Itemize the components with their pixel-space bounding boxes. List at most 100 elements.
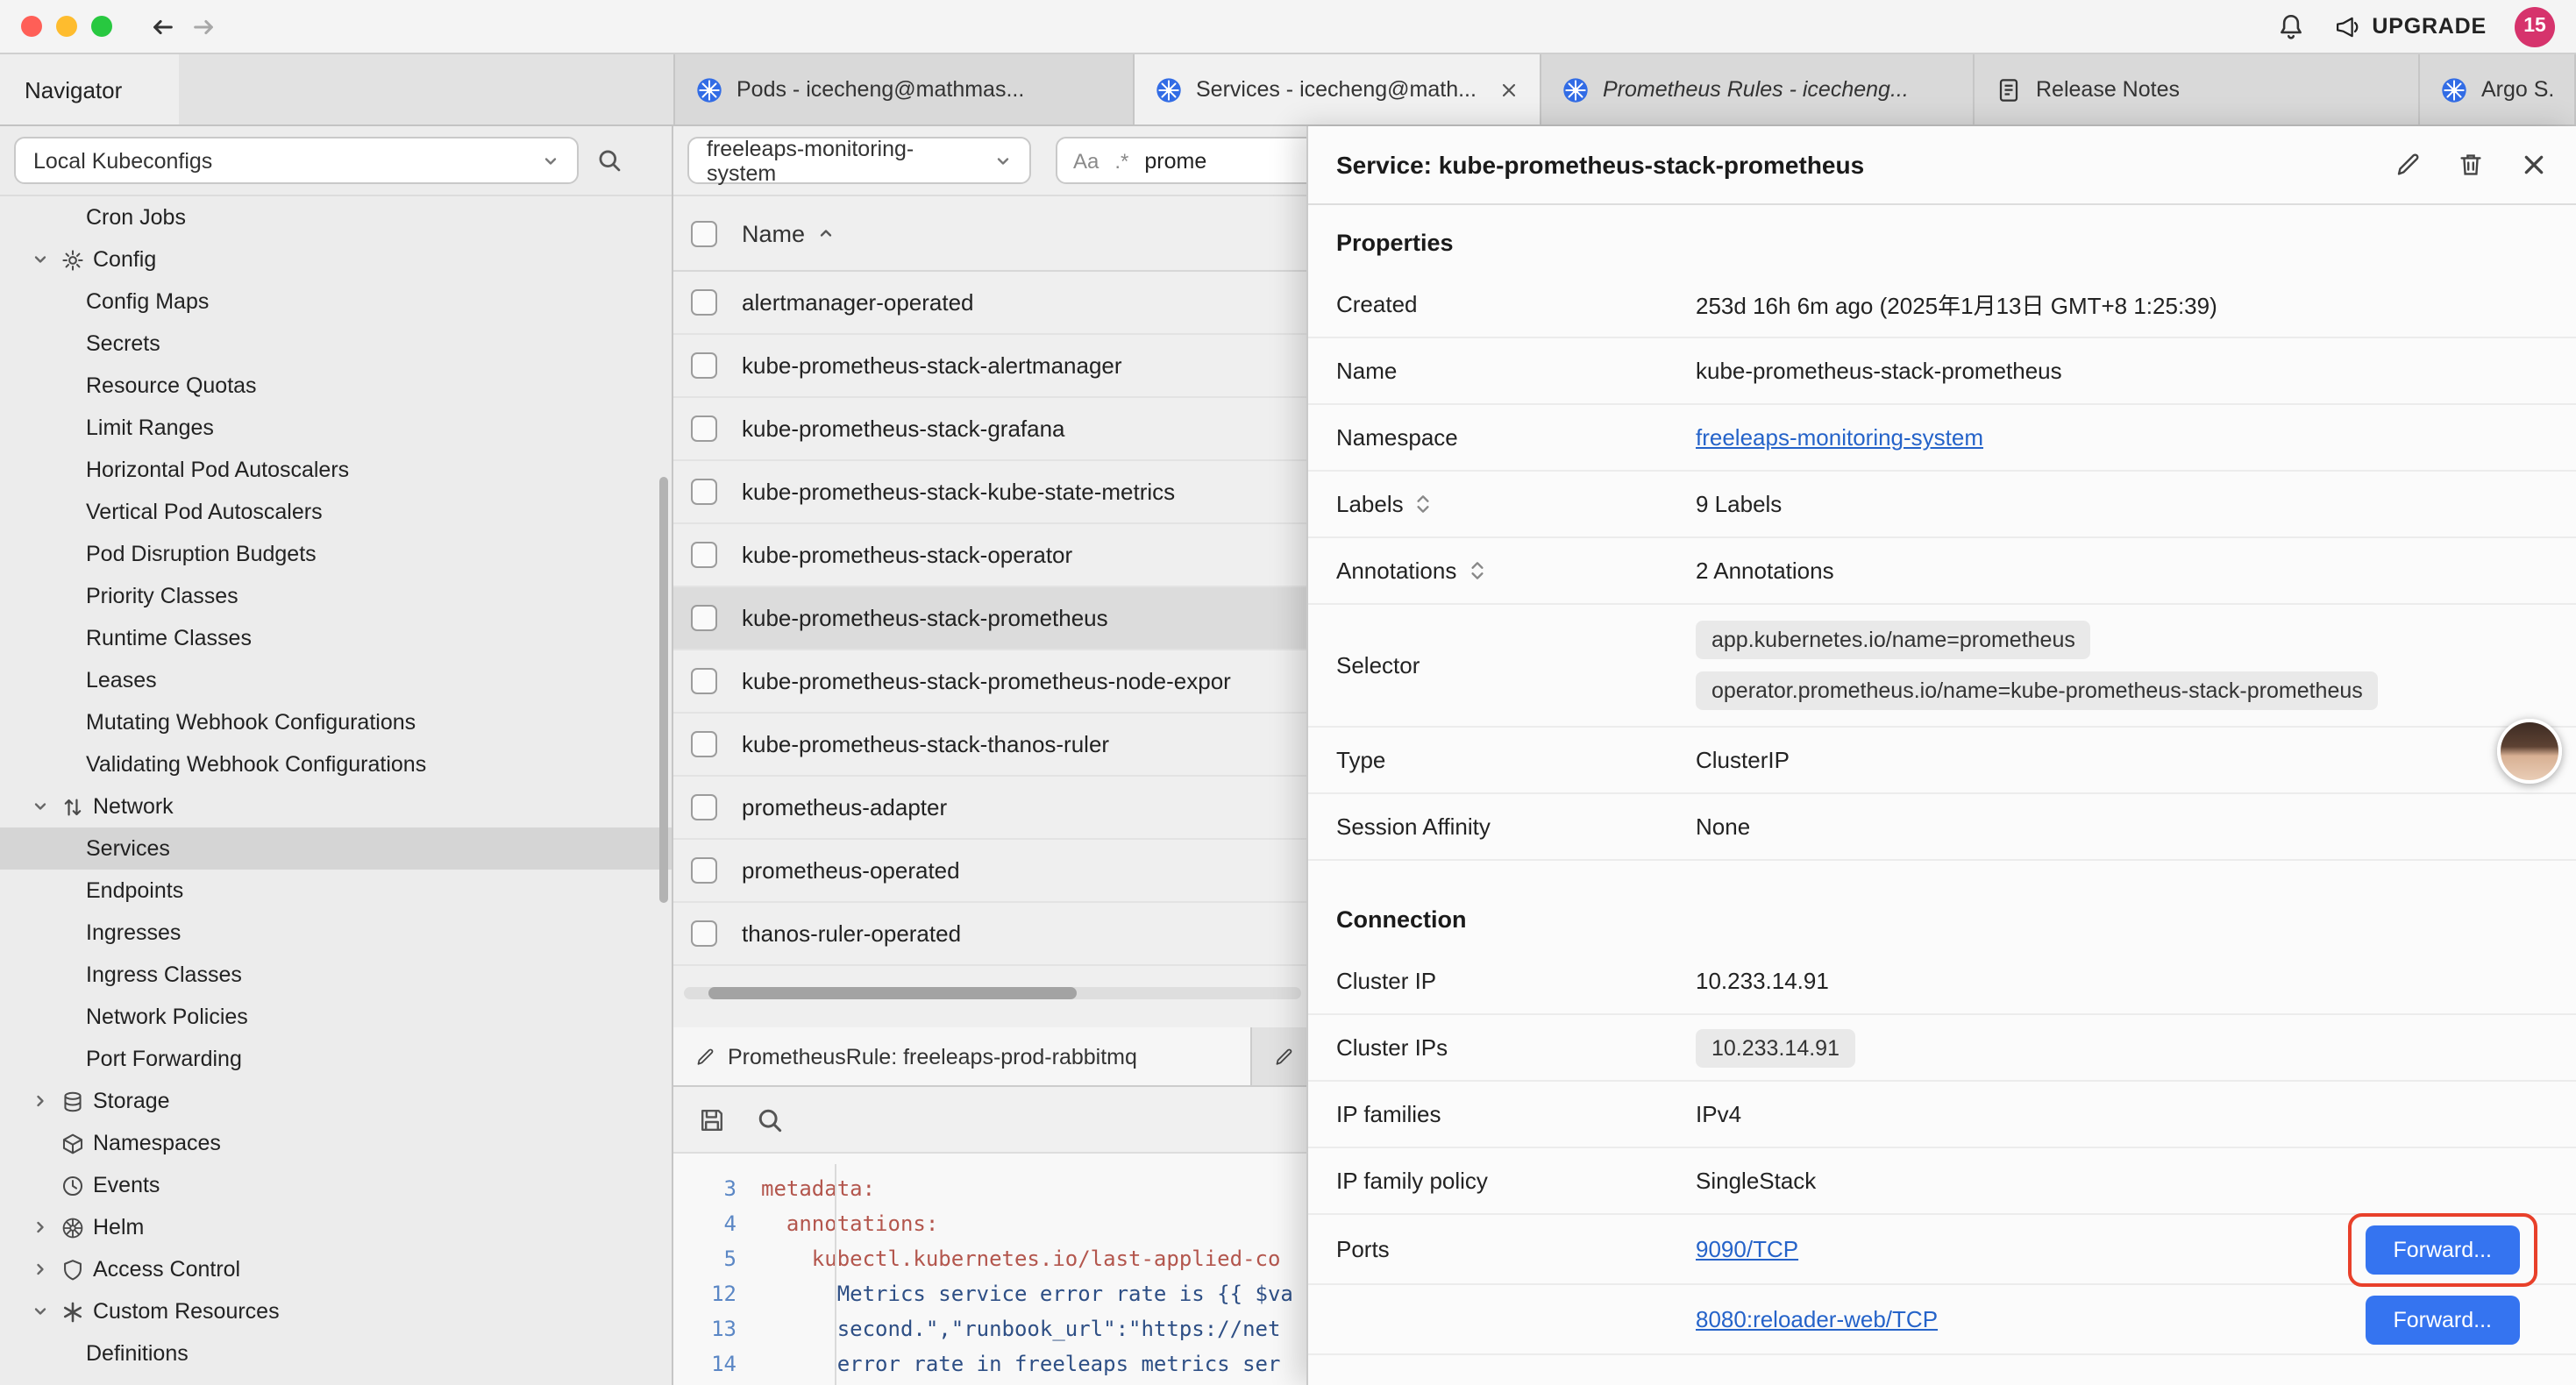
row-checkbox[interactable]: [691, 605, 717, 631]
namespace-link[interactable]: freeleaps-monitoring-system: [1696, 424, 1983, 451]
row-checkbox[interactable]: [691, 352, 717, 379]
close-panel-button[interactable]: [2520, 151, 2548, 179]
sidebar-item[interactable]: Vertical Pod Autoscalers: [0, 491, 672, 533]
sidebar-item[interactable]: Cron Jobs: [0, 196, 672, 238]
edit-icon: [694, 1046, 715, 1067]
sidebar-item[interactable]: Limit Ranges: [0, 407, 672, 449]
property-label: Labels: [1336, 491, 1404, 517]
sidebar-item[interactable]: Mutating Webhook Configurations: [0, 701, 672, 743]
cluster-ip-chip[interactable]: 10.233.14.91: [1696, 1028, 1855, 1067]
save-icon[interactable]: [698, 1105, 726, 1133]
property-value: 2 Annotations: [1696, 558, 2548, 584]
sidebar-item[interactable]: Endpoints: [0, 870, 672, 912]
horizontal-scrollbar[interactable]: [684, 987, 1301, 999]
row-checkbox[interactable]: [691, 920, 717, 947]
sidebar-item[interactable]: Network: [0, 785, 672, 827]
scrollbar-thumb[interactable]: [708, 987, 1077, 999]
match-case-toggle[interactable]: Aa: [1073, 148, 1099, 173]
chevron-icon[interactable]: [25, 1122, 56, 1164]
select-all-checkbox[interactable]: [691, 220, 717, 246]
close-window-button[interactable]: [21, 16, 42, 37]
expand-icon[interactable]: [1416, 493, 1432, 515]
sidebar-item[interactable]: Priority Classes: [0, 575, 672, 617]
row-checkbox[interactable]: [691, 542, 717, 568]
tab-title: Pods - icecheng@mathmas...: [737, 77, 1024, 102]
editor-tab-prometheusrule[interactable]: PrometheusRule: freeleaps-prod-rabbitmq: [673, 1027, 1252, 1085]
sidebar-item[interactable]: Config Maps: [0, 281, 672, 323]
sidebar-item[interactable]: Leases: [0, 659, 672, 701]
sidebar-item[interactable]: Custom Resources: [0, 1290, 672, 1332]
kubeconfig-select[interactable]: Local Kubeconfigs: [14, 137, 579, 184]
line-number: 13: [673, 1317, 737, 1341]
notifications-bell-icon[interactable]: [2275, 11, 2305, 41]
sidebar-item[interactable]: Config: [0, 238, 672, 281]
row-checkbox[interactable]: [691, 668, 717, 694]
expand-icon[interactable]: [1469, 559, 1484, 582]
sidebar-item[interactable]: Storage: [0, 1080, 672, 1122]
tab-prometheus-rules[interactable]: Prometheus Rules - icecheng...: [1541, 54, 1975, 124]
navigator-tab[interactable]: Navigator: [0, 54, 179, 124]
sidebar-item[interactable]: Resource Quotas: [0, 365, 672, 407]
chevron-right-icon[interactable]: [25, 1206, 56, 1248]
sidebar-item[interactable]: Events: [0, 1164, 672, 1206]
sidebar-item[interactable]: Network Policies: [0, 996, 672, 1038]
zoom-window-button[interactable]: [91, 16, 112, 37]
sidebar-item[interactable]: Validating Webhook Configurations: [0, 743, 672, 785]
port-link[interactable]: 8080:reloader-web/TCP: [1696, 1306, 1938, 1332]
selector-chip[interactable]: app.kubernetes.io/name=prometheus: [1696, 621, 2091, 659]
chevron-right-icon[interactable]: [25, 1248, 56, 1290]
chevron-icon[interactable]: [25, 1164, 56, 1206]
row-checkbox[interactable]: [691, 289, 717, 316]
sidebar-item[interactable]: Access Control: [0, 1248, 672, 1290]
chevron-down-icon[interactable]: [25, 238, 56, 281]
user-avatar[interactable]: [2497, 719, 2562, 784]
sort-ascending-icon[interactable]: [817, 224, 835, 242]
search-query-text: prome: [1144, 148, 1206, 173]
notification-count-badge[interactable]: 15: [2515, 6, 2555, 46]
chevron-down-icon[interactable]: [25, 1290, 56, 1332]
tab-services[interactable]: Services - icecheng@math...: [1135, 54, 1541, 124]
sidebar-scrollbar[interactable]: [659, 477, 668, 903]
edit-resource-button[interactable]: [2394, 151, 2422, 179]
port-link[interactable]: 9090/TCP: [1696, 1236, 1798, 1262]
detail-row-created: Created 253d 16h 6m ago (2025年1月13日 GMT+…: [1308, 272, 2576, 338]
sidebar-item[interactable]: Secrets: [0, 323, 672, 365]
minimize-window-button[interactable]: [56, 16, 77, 37]
namespace-select[interactable]: freeleaps-monitoring-system: [687, 137, 1031, 184]
sidebar-item[interactable]: Helm: [0, 1206, 672, 1248]
close-tab-icon[interactable]: [1499, 80, 1519, 99]
row-checkbox[interactable]: [691, 731, 717, 757]
sidebar-item[interactable]: Ingress Classes: [0, 954, 672, 996]
sidebar-item[interactable]: Definitions: [0, 1332, 672, 1374]
back-button[interactable]: [140, 5, 182, 47]
forward-port-button[interactable]: Forward...: [2365, 1295, 2520, 1344]
sidebar-item[interactable]: Port Forwarding: [0, 1038, 672, 1080]
sidebar-item[interactable]: Horizontal Pod Autoscalers: [0, 449, 672, 491]
sidebar-item[interactable]: Runtime Classes: [0, 617, 672, 659]
sidebar-item[interactable]: Services: [0, 827, 672, 870]
sidebar-item[interactable]: Pod Disruption Budgets: [0, 533, 672, 575]
forward-button[interactable]: [182, 5, 224, 47]
chevron-down-icon[interactable]: [25, 785, 56, 827]
row-checkbox[interactable]: [691, 416, 717, 442]
sidebar-search-icon[interactable]: [596, 147, 623, 174]
row-checkbox[interactable]: [691, 479, 717, 505]
forward-port-button[interactable]: Forward...: [2365, 1225, 2520, 1274]
delete-resource-button[interactable]: [2457, 151, 2485, 179]
sidebar-item[interactable]: Ingresses: [0, 912, 672, 954]
editor-search-icon[interactable]: [756, 1105, 784, 1133]
detail-row-ip-families: IP families IPv4: [1308, 1082, 2576, 1148]
tab-pods[interactable]: Pods - icecheng@mathmas...: [675, 54, 1135, 124]
name-column-header[interactable]: Name: [742, 220, 805, 246]
row-checkbox[interactable]: [691, 857, 717, 884]
tab-release-notes[interactable]: Release Notes: [1975, 54, 2420, 124]
chevron-right-icon[interactable]: [25, 1080, 56, 1122]
regex-toggle[interactable]: .*: [1114, 148, 1128, 173]
row-checkbox[interactable]: [691, 794, 717, 820]
sidebar-item[interactable]: Namespaces: [0, 1122, 672, 1164]
sidebar-item-label: Storage: [89, 1089, 170, 1113]
tab-argo[interactable]: Argo S...: [2420, 54, 2576, 124]
selector-chip[interactable]: operator.prometheus.io/name=kube-prometh…: [1696, 671, 2379, 710]
code-text: second.","runbook_url":"https://net: [761, 1317, 1280, 1341]
upgrade-button[interactable]: UPGRADE: [2333, 13, 2487, 39]
